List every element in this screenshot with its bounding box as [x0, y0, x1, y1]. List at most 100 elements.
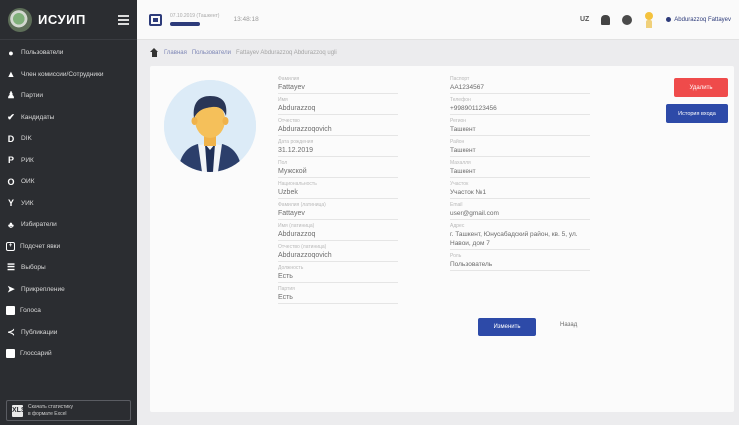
vote-icon [6, 306, 15, 316]
profile-fields-right: Паспорт AA1234567 Телефон +998901123456 Ре… [450, 76, 590, 274]
glossary-icon [6, 349, 15, 359]
sidebar-item-parties[interactable]: ♟ Партии [0, 85, 137, 107]
sidebar-item-members[interactable]: ▲ Член комиссии/Сотрудники [0, 64, 137, 86]
field-firstname: Имя Abdurazzoq [278, 97, 398, 115]
sidebar-item-turnout[interactable]: + Подсчет явки [0, 236, 137, 258]
user-menu[interactable]: Abdurazzoq Fattayev [666, 17, 731, 23]
sidebar-item-uik[interactable]: Y УИК [0, 193, 137, 215]
sidebar-item-label: Пользователи [21, 49, 64, 57]
bell-icon[interactable] [601, 14, 611, 25]
sidebar-item-label: Подсчет явки [20, 242, 61, 250]
pin-icon: ➤ [7, 283, 15, 294]
field-position: Должность Есть [278, 265, 398, 283]
sidebar-item-label: ОИК [21, 178, 35, 186]
sidebar-item-glossary[interactable]: Глоссарий [0, 343, 137, 365]
clock-time: 13:48:18 [233, 16, 259, 23]
brand: ИСУИП [0, 0, 137, 40]
sidebar-item-dik[interactable]: D DIK [0, 128, 137, 150]
date-block: 07.10.2019 (Ташкент) [170, 13, 219, 26]
uik-icon: Y [7, 198, 14, 209]
date-label: 07.10.2019 (Ташкент) [170, 13, 220, 19]
export-excel-button[interactable]: XLS Скачать статистику в формате Excel [6, 400, 131, 421]
breadcrumb-users[interactable]: Пользователи [192, 50, 231, 56]
plus-box-icon: + [6, 241, 15, 251]
field-region: Регион Ташкент [450, 118, 590, 136]
rik-icon: P [7, 155, 14, 166]
language-switch[interactable]: UZ [580, 16, 589, 23]
sidebar-item-label: Глоссарий [20, 350, 52, 358]
voters-icon: ♣ [8, 219, 14, 230]
sidebar-item-label: Публикации [21, 328, 58, 336]
field-lastname-latin: Фамилия (латиница) Fattayev [278, 202, 398, 220]
sidebar-item-label: Партии [21, 92, 43, 100]
share-icon: ≺ [7, 326, 15, 337]
list-icon: ☰ [6, 262, 16, 273]
sidebar-item-voters[interactable]: ♣ Избиратели [0, 214, 137, 236]
sidebar-item-label: Голоса [20, 307, 41, 315]
profile-card: Фамилия Fattayev Имя Abdurazzoq Отчество Ab… [150, 66, 734, 412]
profile-fields-left: Фамилия Fattayev Имя Abdurazzoq Отчество Ab… [278, 76, 398, 307]
sidebar: ИСУИП ● Пользователи ▲ Член комиссии/Сотру… [0, 0, 137, 425]
home-icon[interactable] [150, 48, 159, 57]
app-name: ИСУИП [38, 12, 86, 27]
sidebar-item-attach[interactable]: ➤ Прикрепление [0, 279, 137, 301]
field-gender: Пол Мужской [278, 160, 398, 178]
hamburger-menu-icon[interactable] [118, 14, 129, 25]
field-birthdate: Дата рождения 31.12.2019 [278, 139, 398, 157]
sidebar-item-label: РИК [21, 156, 34, 164]
breadcrumb-home[interactable]: Главная [164, 50, 187, 56]
sidebar-nav: ● Пользователи ▲ Член комиссии/Сотрудники … [0, 40, 137, 365]
settings-icon[interactable] [622, 14, 633, 25]
excel-icon: XLS [12, 404, 26, 417]
sidebar-item-users[interactable]: ● Пользователи [0, 42, 137, 64]
sidebar-item-publications[interactable]: ≺ Публикации [0, 322, 137, 344]
export-label-sub: в формате Excel [28, 410, 67, 417]
sidebar-item-label: Прикрепление [21, 285, 65, 293]
dik-icon: D [7, 133, 15, 144]
calendar-icon[interactable] [149, 13, 162, 26]
profile-photo [164, 80, 256, 172]
edit-button[interactable]: Изменить [478, 318, 536, 336]
field-precinct: Участок Участок №1 [450, 181, 590, 199]
delete-button[interactable]: Удалить [674, 78, 728, 97]
back-link[interactable]: Назад [560, 322, 577, 328]
sidebar-item-oik[interactable]: O ОИК [0, 171, 137, 193]
field-passport: Паспорт AA1234567 [450, 76, 590, 94]
sidebar-item-label: Кандидаты [21, 113, 55, 121]
sidebar-item-elections[interactable]: ☰ Выборы [0, 257, 137, 279]
sidebar-item-rik[interactable]: P РИК [0, 150, 137, 172]
user-avatar-illustration [164, 80, 256, 172]
oik-icon: O [7, 176, 15, 187]
login-history-button[interactable]: История входа [666, 104, 728, 123]
field-role: Роль Пользователь [450, 253, 590, 271]
breadcrumb: Главная Пользователи Fattayev Abdurazzoq… [150, 48, 337, 57]
breadcrumb-current: Fattayev Abdurazzoq Abdurazzoq ugli [236, 49, 337, 56]
field-email: Email user@gmail.com [450, 202, 590, 220]
check-icon: ✔ [7, 111, 15, 122]
sidebar-item-label: DIK [21, 135, 32, 143]
field-firstname-latin: Имя (латиница) Abdurazzoq [278, 223, 398, 241]
field-lastname: Фамилия Fattayev [278, 76, 398, 94]
party-icon: ♟ [6, 90, 16, 101]
date-underline [170, 22, 200, 26]
sidebar-item-label: Избиратели [21, 221, 57, 229]
person-icon: ▲ [6, 69, 16, 80]
user-icon: ● [8, 47, 14, 58]
field-address: Адрес г. Ташкент, Юнусабадский район, кв.… [450, 223, 590, 250]
sidebar-item-label: Член комиссии/Сотрудники [21, 70, 104, 78]
user-avatar[interactable] [644, 11, 654, 28]
sidebar-item-label: Выборы [21, 264, 46, 272]
sidebar-item-votes[interactable]: Голоса [0, 300, 137, 322]
field-phone: Телефон +998901123456 [450, 97, 590, 115]
sidebar-item-candidates[interactable]: ✔ Кандидаты [0, 107, 137, 129]
user-dot-icon [666, 17, 672, 22]
field-district: Район Ташкент [450, 139, 590, 157]
field-nationality: Национальность Uzbek [278, 181, 398, 199]
field-patronymic: Отчество Abdurazzoqovich [278, 118, 398, 136]
field-mahalla: Махалля Ташкент [450, 160, 590, 178]
field-party: Партия Есть [278, 286, 398, 304]
sidebar-item-label: УИК [21, 199, 34, 207]
user-name: Abdurazzoq Fattayev [674, 16, 731, 23]
topbar: 07.10.2019 (Ташкент) 13:48:18 UZ Abduraz… [137, 0, 739, 40]
globe-logo-icon [8, 7, 32, 32]
